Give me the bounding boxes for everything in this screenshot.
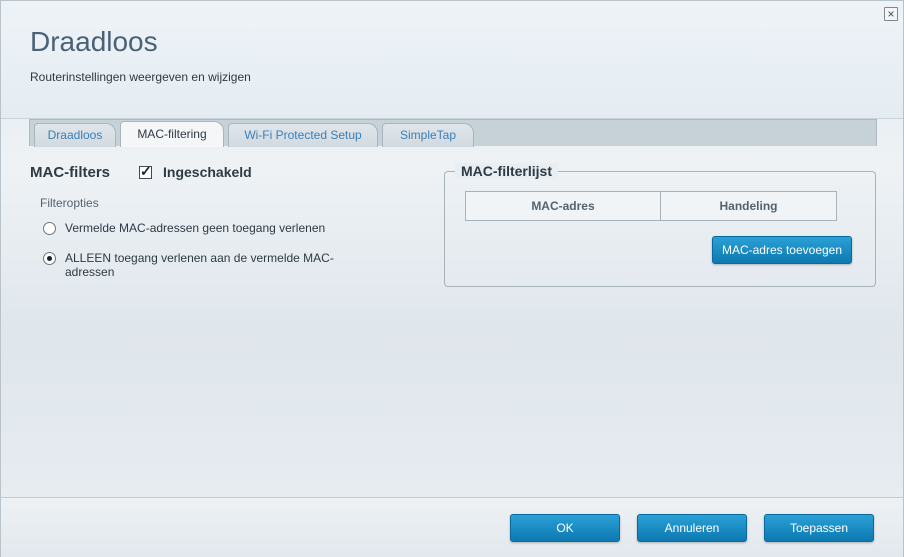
column-header-mac-address: MAC-adres	[466, 192, 661, 220]
tab-content: MAC-filters ✓ Ingeschakeld Filteropties …	[29, 146, 877, 496]
page-title: Draadloos	[30, 26, 158, 57]
close-icon[interactable]: ×	[884, 7, 898, 21]
checkmark-icon: ✓	[140, 163, 152, 179]
tab-mac-filtering[interactable]: MAC-filtering	[120, 121, 224, 147]
tab-bar: Draadloos MAC-filtering Wi-Fi Protected …	[29, 119, 877, 147]
mac-filter-list-legend: MAC-filterlijst	[455, 163, 558, 179]
radio-deny-listed-label: Vermelde MAC-adressen geen toegang verle…	[65, 221, 326, 235]
radio-allow-only-listed-label: ALLEEN toegang verlenen aan de vermelde …	[65, 251, 334, 279]
column-header-action: Handeling	[719, 199, 778, 213]
add-mac-address-button[interactable]: MAC-adres toevoegen	[712, 236, 852, 264]
radio-deny-listed[interactable]	[43, 222, 56, 235]
tab-draadloos[interactable]: Draadloos	[34, 123, 116, 147]
dialog-header: × Draadloos Routerinstellingen weergeven…	[1, 1, 903, 119]
mac-filter-list-fieldset: MAC-filterlijst MAC-adres Handeling MAC-…	[444, 163, 876, 287]
radio-selected-dot	[47, 256, 52, 261]
tab-wifi-protected-setup[interactable]: Wi-Fi Protected Setup	[228, 123, 378, 147]
apply-button[interactable]: Toepassen	[764, 514, 874, 542]
tab-simpletap[interactable]: SimpleTap	[382, 123, 474, 147]
dialog-window: × Draadloos Routerinstellingen weergeven…	[0, 0, 904, 557]
enabled-label: Ingeschakeld	[163, 164, 252, 180]
page-subtitle: Routerinstellingen weergeven en wijzigen	[30, 70, 251, 84]
dialog-footer: OK Annuleren Toepassen	[1, 497, 903, 557]
ok-button[interactable]: OK	[510, 514, 620, 542]
cancel-button[interactable]: Annuleren	[637, 514, 747, 542]
filter-options-label: Filteropties	[40, 196, 99, 210]
mac-filters-label: MAC-filters	[30, 164, 111, 181]
radio-allow-only-listed[interactable]	[43, 252, 56, 265]
enabled-checkbox[interactable]: ✓	[139, 163, 152, 179]
mac-filter-table: MAC-adres Handeling	[465, 191, 837, 221]
